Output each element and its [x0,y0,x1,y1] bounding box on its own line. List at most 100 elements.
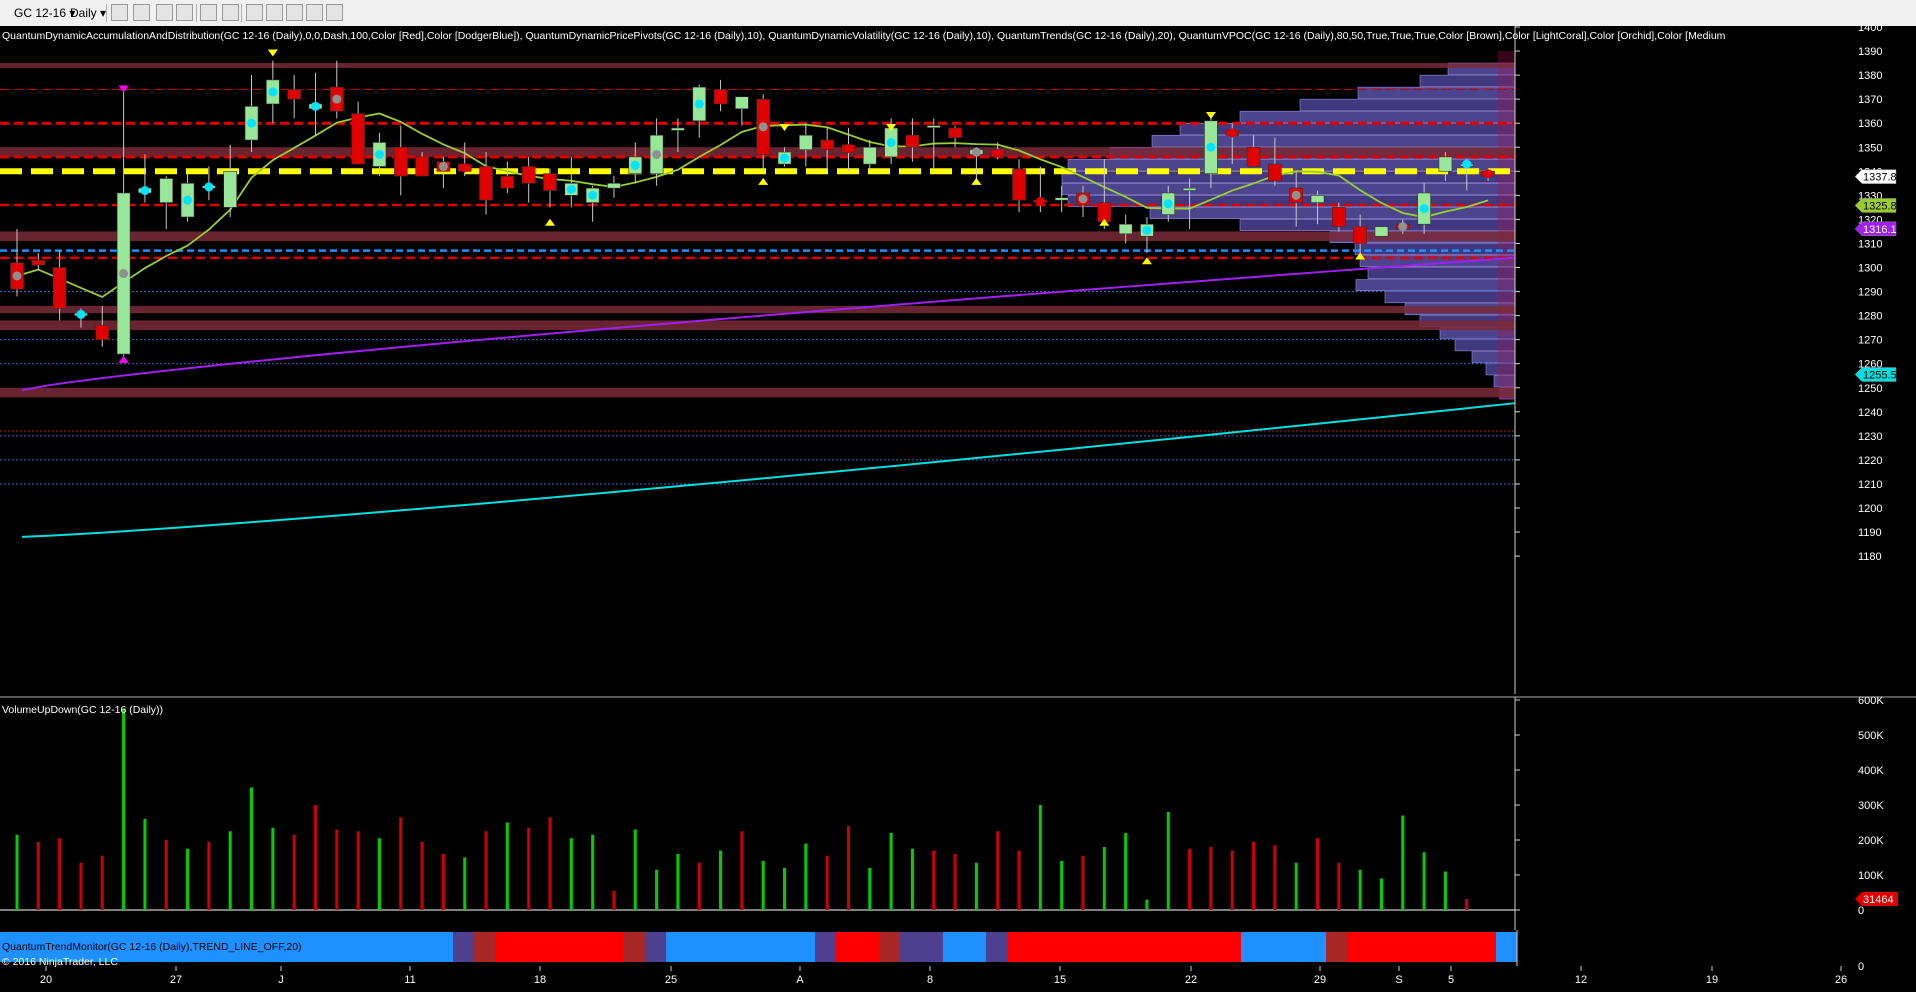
volume-bar [569,838,573,910]
volume-bar [719,850,723,910]
toolbar-separator [196,4,197,22]
dollar-icon[interactable] [306,4,323,21]
resistance-zone [0,305,1515,314]
volume-bar [228,831,232,910]
volatility-dot [1099,207,1109,217]
volatility-dot [140,186,150,196]
price-tick-label: 1280 [1858,311,1882,323]
pointer-icon[interactable] [200,4,217,21]
volatility-dot [886,137,896,147]
volume-tick-label: 100K [1858,870,1884,882]
medium-trend-price-flag-label: 1316.1 [1863,224,1897,236]
strategies-icon[interactable] [286,4,303,21]
volume-bar [1124,833,1128,910]
volatility-dot [460,163,470,173]
volatility-dot [1355,230,1365,240]
volatility-dot [1462,159,1472,169]
volume-bar [953,854,957,910]
candle-down [543,173,557,191]
date-tick-label: 29 [1314,974,1326,986]
volume-bar [1145,899,1149,910]
trend-monitor-segment [1007,932,1241,962]
volume-bar [356,831,360,910]
instrument-selector[interactable]: GC 12-16 ▾ [14,3,75,23]
data-box-icon[interactable] [326,4,343,21]
properties-icon[interactable] [246,4,263,21]
price-tick-label: 1210 [1858,479,1882,491]
volatility-dot [1419,204,1429,214]
volatility-dot [652,149,662,159]
zoom-in-icon[interactable] [156,4,173,21]
trend-monitor-segment [986,932,1007,962]
volume-bar [143,819,147,910]
volume-bar [377,838,381,910]
price-tick-label: 1290 [1858,287,1882,299]
volume-bar [932,850,936,910]
price-tick-label: 1370 [1858,94,1882,106]
indicators-label: QuantumDynamicAccumulationAndDistributio… [2,30,1726,42]
price-tick-label: 1250 [1858,383,1882,395]
volume-bar [889,833,893,910]
volatility-dot [268,87,278,97]
volatility-dot [907,136,917,146]
date-tick-label: 22 [1185,974,1197,986]
candle-down [95,324,110,340]
candle-up [1310,195,1325,203]
volume-bar [1060,861,1064,910]
candle-down [351,113,365,165]
candle-down [287,89,301,100]
trend-monitor-segment [900,932,943,962]
zoom-out-icon[interactable] [176,4,193,21]
draw-pencil-icon[interactable] [133,4,150,21]
volume-bar [271,827,275,910]
volume-bar [58,838,62,910]
volatility-dot [1398,222,1408,232]
volatility-dot [1035,196,1045,206]
volume-bar [463,857,467,910]
volume-bar [1252,841,1256,910]
vpoc-bar [1354,243,1516,255]
volume-bar [1294,862,1298,910]
trend-monitor-segment [495,932,623,962]
date-tick-label: 11 [404,974,415,986]
resistance-zone [0,320,1515,331]
indicators-icon[interactable] [266,4,283,21]
volatility-dot [566,184,576,194]
price-tick-label: 1360 [1858,118,1882,130]
crosshair-icon[interactable] [222,4,239,21]
trend-monitor-segment [1326,932,1347,962]
trend-monitor-segment [943,932,986,962]
trend-monitor-segment [1241,932,1326,962]
trend-monitor-segment [474,932,495,962]
volatility-dot [76,309,86,319]
vpoc-bar [1239,110,1516,123]
volume-bar [1230,850,1234,910]
interval-selector[interactable]: Daily ▾ [70,3,106,23]
volume-tick-label: 400K [1858,765,1884,777]
price-tick-label: 1380 [1858,70,1882,82]
volume-bar [399,817,403,910]
price-tick-label: 1230 [1858,431,1882,443]
volatility-dot [694,99,704,109]
vpoc-bar [1299,98,1516,111]
chart-canvas[interactable]: 1180119012001210122012301240125012601270… [0,26,1916,992]
resistance-zone [0,231,1515,242]
volume-bar [1358,869,1362,910]
resistance-zone [0,387,1515,398]
vpoc-bar [1367,267,1516,280]
price-tick-label: 1310 [1858,238,1882,250]
trend-monitor-segment [666,932,815,962]
volume-bar [740,831,744,910]
trend-monitor-segment [836,932,880,962]
volume-bar [761,861,765,910]
bar-type-icon[interactable] [111,4,128,21]
vpoc-bar [1384,291,1516,304]
price-tick-label: 1270 [1858,335,1882,347]
volatility-dot [1014,180,1024,190]
volume-tick-label: 200K [1858,835,1884,847]
volume-bar [1337,862,1341,910]
toolbar: GC 12-16 ▾ Daily ▾ [0,0,1916,27]
volatility-dot [502,177,512,187]
date-tick-label: 20 [40,974,52,986]
volume-bar [1273,845,1277,910]
